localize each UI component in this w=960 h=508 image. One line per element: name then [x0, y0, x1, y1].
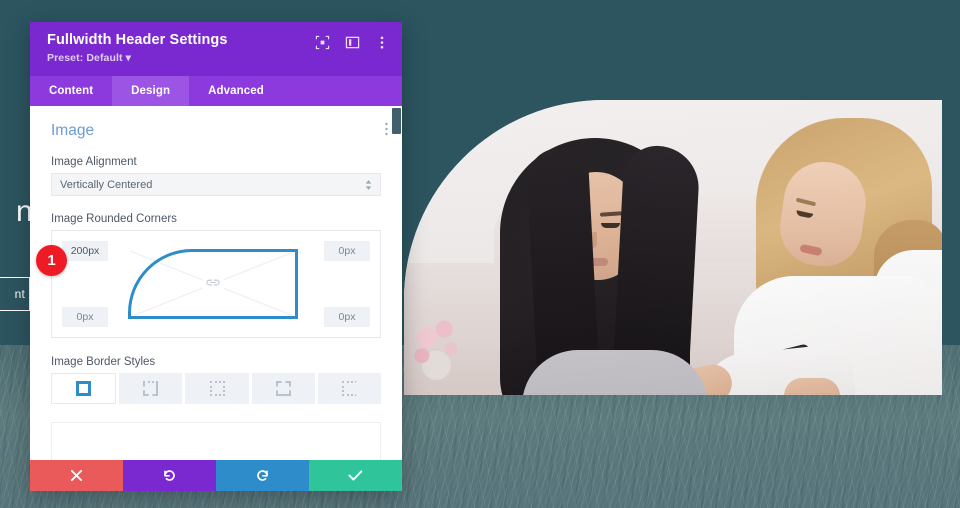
redo-button[interactable]	[216, 460, 309, 491]
tab-design[interactable]: Design	[112, 76, 190, 106]
undo-button[interactable]	[123, 460, 216, 491]
image-alignment-label: Image Alignment	[51, 156, 137, 168]
redo-icon	[257, 470, 268, 481]
corner-radius-bottom-left-input[interactable]: 0px	[62, 307, 108, 327]
rounded-corners-control: 200px 0px 0px 0px	[51, 230, 381, 338]
panel-scrollbar[interactable]	[391, 106, 402, 460]
border-top-icon	[143, 381, 159, 396]
corner-radius-top-left-input[interactable]: 200px	[62, 241, 108, 261]
border-all-icon	[76, 381, 92, 396]
border-right-icon	[209, 381, 225, 396]
corner-radius-top-right-input[interactable]: 0px	[324, 241, 370, 261]
screenshot-root: ney st nt	[0, 0, 960, 508]
modal-body: Image Image Alignment Vertically Centere…	[30, 106, 402, 460]
tab-design-label: Design	[131, 85, 171, 97]
border-style-top-option[interactable]	[119, 373, 183, 404]
photo-color-grade	[404, 100, 942, 395]
image-alignment-value: Vertically Centered	[60, 178, 153, 191]
section-title-image: Image	[51, 122, 95, 139]
modal-header-actions	[314, 34, 390, 50]
focus-icon[interactable]	[314, 34, 330, 50]
step-badge-1: 1	[36, 245, 67, 276]
modal-header: Fullwidth Header Settings Preset: Defaul…	[30, 22, 402, 76]
next-field-partial[interactable]	[51, 422, 381, 460]
modal-footer	[30, 460, 402, 491]
tab-advanced-label: Advanced	[208, 85, 264, 97]
link-corners-icon[interactable]	[202, 275, 224, 293]
border-style-left-option[interactable]	[317, 373, 382, 404]
modal-tabs: Content Design Advanced	[30, 76, 402, 106]
corner-radius-preview	[128, 249, 298, 319]
kebab-menu-icon[interactable]	[374, 34, 390, 50]
rounded-corners-label: Image Rounded Corners	[51, 213, 177, 225]
tab-content-label: Content	[49, 85, 94, 97]
border-style-all-option[interactable]	[51, 373, 117, 404]
select-stepper-icon	[365, 179, 372, 191]
tab-advanced[interactable]: Advanced	[189, 76, 283, 106]
step-badge-label: 1	[47, 252, 56, 269]
border-styles-label: Image Border Styles	[51, 356, 156, 368]
preset-selector[interactable]: Preset: Default ▾	[47, 52, 388, 64]
layout-panel-icon[interactable]	[344, 34, 360, 50]
photo-content	[404, 100, 942, 395]
discard-button[interactable]	[30, 460, 123, 491]
module-settings-modal: Fullwidth Header Settings Preset: Defaul…	[30, 22, 402, 491]
border-left-icon	[341, 381, 357, 396]
save-button[interactable]	[309, 460, 402, 491]
border-style-bottom-option[interactable]	[251, 373, 315, 404]
close-icon	[70, 469, 83, 482]
section-options-icon[interactable]	[385, 122, 388, 141]
tab-content[interactable]: Content	[30, 76, 112, 106]
border-style-right-option[interactable]	[185, 373, 249, 404]
hero-cta-label: nt	[14, 287, 25, 301]
hero-cta-button[interactable]: nt	[0, 277, 30, 311]
checkmark-icon	[348, 470, 363, 481]
hero-image[interactable]	[404, 100, 942, 395]
panel-scrollbar-thumb[interactable]	[392, 108, 401, 134]
undo-icon	[164, 470, 175, 481]
border-bottom-icon	[275, 381, 291, 396]
image-alignment-select[interactable]: Vertically Centered	[51, 173, 381, 196]
corner-radius-bottom-right-input[interactable]: 0px	[324, 307, 370, 327]
border-styles-group	[51, 373, 382, 404]
